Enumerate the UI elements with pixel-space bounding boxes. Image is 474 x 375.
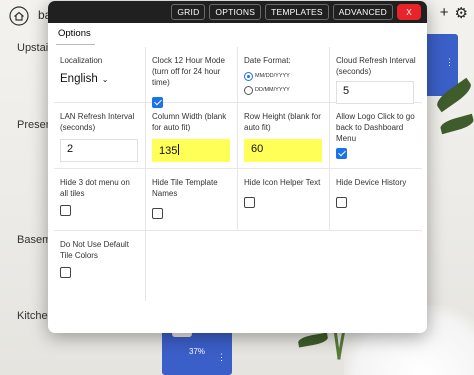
setting-label: Column Width (blank for auto fit) [152,112,227,132]
setting-no-default-colors: Do Not Use Default Tile Colors [54,231,146,301]
hide-dots-checkbox[interactable] [60,205,71,216]
radio-label: MM/DD/YYYY [255,73,290,79]
tile-percent: 37% [189,347,206,356]
setting-hide-device-history: Hide Device History [330,169,422,231]
chevron-down-icon: ⌄ [101,75,109,84]
text-cursor [178,144,180,155]
options-modal: GRID OPTIONS TEMPLATES ADVANCED X Option… [48,1,427,333]
setting-row-height: Row Height (blank for auto fit) 60 [238,103,330,169]
setting-hide-dots: Hide 3 dot menu on all tiles [54,169,146,231]
setting-label: Hide Tile Template Names [152,178,218,198]
row-height-input[interactable]: 60 [244,139,322,162]
setting-label: Row Height (blank for auto fit) [244,112,321,132]
setting-label: Hide Icon Helper Text [244,178,321,187]
gear-icon[interactable]: ⚙ [455,4,468,22]
grid-button[interactable]: GRID [171,4,206,20]
localization-value: English [60,73,98,85]
setting-date-format: Date Format: MM/DD/YYYY DD/MM/YYYY [238,47,330,103]
setting-lan-refresh: LAN Refresh Interval (seconds) 2 [54,103,146,169]
setting-localization: Localization English ⌄ [54,47,146,103]
options-button[interactable]: OPTIONS [209,4,262,20]
home-icon[interactable] [9,6,29,26]
advanced-button[interactable]: ADVANCED [332,4,393,20]
plus-icon[interactable]: + [440,4,449,22]
tab-divider [56,44,95,45]
setting-label: Do Not Use Default Tile Colors [60,240,129,260]
clock12-checkbox[interactable] [152,97,163,108]
setting-label: LAN Refresh Interval (seconds) [60,112,135,132]
cloud-refresh-input[interactable]: 5 [336,81,414,104]
no-default-colors-checkbox[interactable] [60,267,71,278]
setting-logo-click: Allow Logo Click to go back to Dashboard… [330,103,422,169]
setting-hide-icon-helper: Hide Icon Helper Text [238,169,330,231]
setting-label: Hide 3 dot menu on all tiles [60,178,130,198]
hide-template-names-checkbox[interactable] [152,208,163,219]
setting-label: Hide Device History [336,178,407,187]
radio-label: DD/MM/YYYY [255,87,290,93]
close-button[interactable]: X [397,4,421,20]
settings-grid: Localization English ⌄ Clock 12 Hour Mod… [54,47,422,301]
setting-clock12: Clock 12 Hour Mode (turn off for 24 hour… [146,47,238,108]
setting-label: Date Format: [244,56,291,65]
lan-refresh-input[interactable]: 2 [60,139,138,162]
setting-hide-template-names: Hide Tile Template Names [146,169,238,231]
setting-column-width: Column Width (blank for auto fit) 135 [146,103,238,169]
setting-label: Clock 12 Hour Mode (turn off for 24 hour… [152,56,225,87]
hide-device-history-checkbox[interactable] [336,197,347,208]
column-width-input[interactable]: 135 [152,139,230,162]
tile-menu-icon[interactable]: ⋮ [217,353,226,362]
setting-label: Localization [60,56,103,65]
date-format-radio-ddmmyyyy[interactable] [244,86,253,95]
localization-select[interactable]: English ⌄ [60,73,139,85]
setting-label: Allow Logo Click to go back to Dashboard… [336,112,415,143]
templates-button[interactable]: TEMPLATES [265,4,329,20]
tile-menu-icon[interactable]: ⋮ [445,58,454,67]
setting-cloud-refresh: Cloud Refresh Interval (seconds) 5 [330,47,422,104]
logo-click-checkbox[interactable] [336,148,347,159]
column-width-value: 135 [159,145,178,157]
date-format-radio-mmddyyyy[interactable] [244,72,253,81]
tab-options[interactable]: Options [56,25,93,39]
setting-label: Cloud Refresh Interval (seconds) [336,56,416,76]
modal-toolbar: GRID OPTIONS TEMPLATES ADVANCED X [48,1,427,23]
hide-icon-helper-checkbox[interactable] [244,197,255,208]
